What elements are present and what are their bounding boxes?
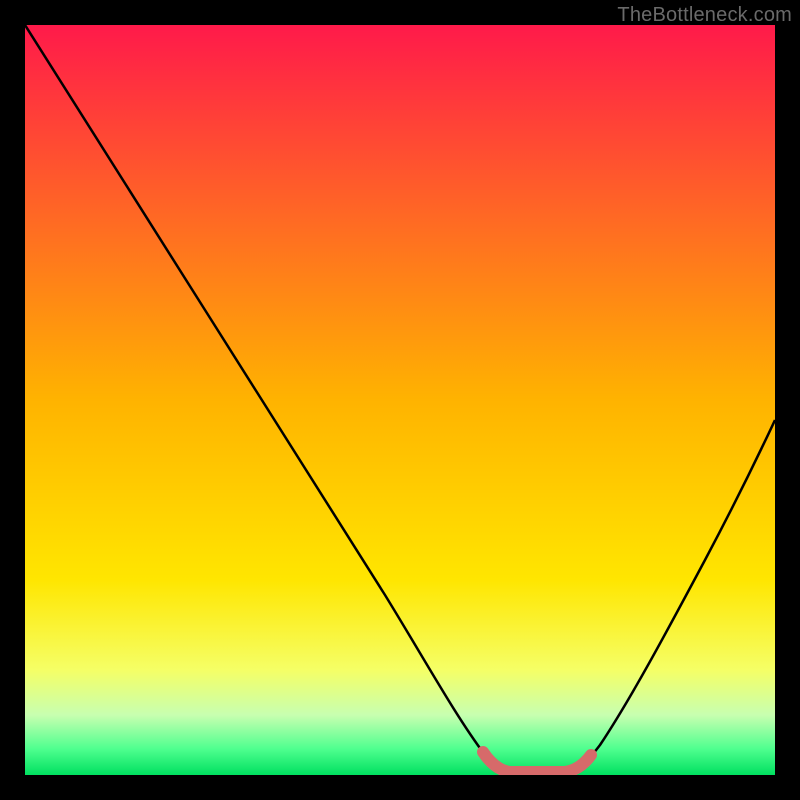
plot-area	[25, 25, 775, 775]
gradient-background	[25, 25, 775, 775]
plot-svg	[25, 25, 775, 775]
chart-frame: TheBottleneck.com	[0, 0, 800, 800]
attribution-text: TheBottleneck.com	[617, 4, 792, 27]
